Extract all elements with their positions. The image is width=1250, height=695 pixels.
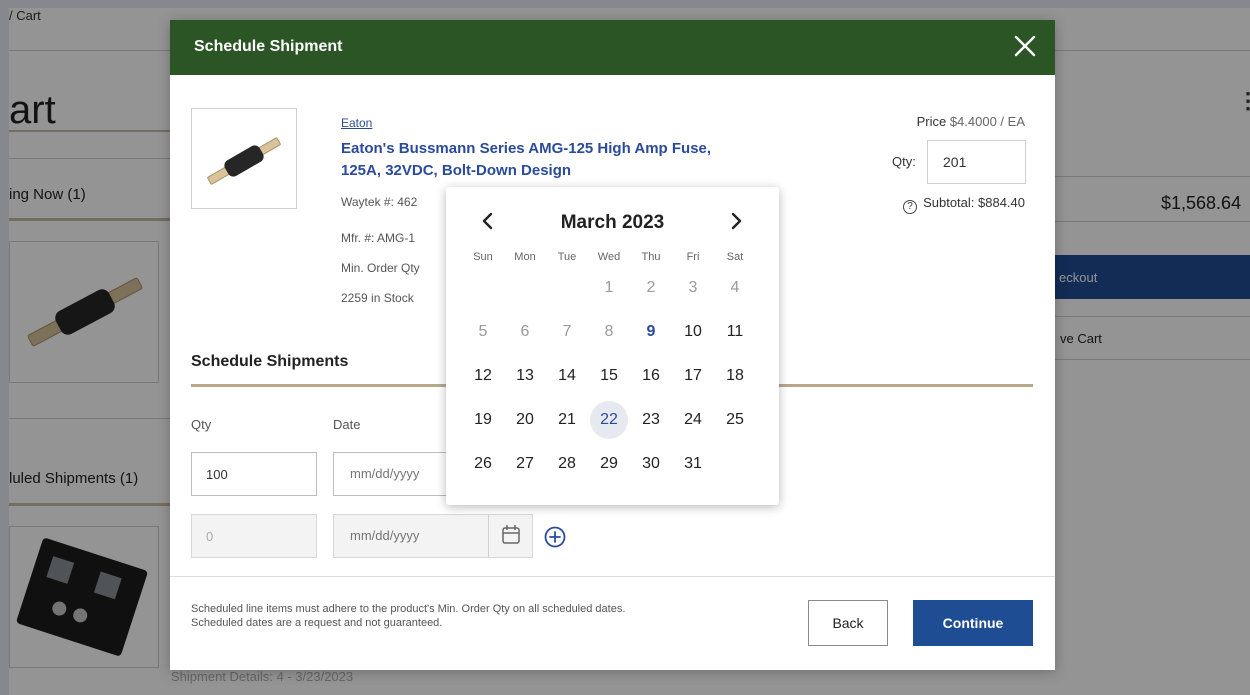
weekday-label: Mon (514, 251, 536, 263)
subtotal-text: Subtotal: $884.40 (923, 195, 1025, 210)
calendar-day[interactable]: 1 (590, 269, 628, 307)
calendar-day[interactable]: 21 (548, 401, 586, 439)
calendar-day[interactable]: 10 (674, 313, 712, 351)
weekday-label: Wed (597, 251, 621, 263)
calendar-day[interactable]: 31 (674, 445, 712, 483)
mfr-number: Mfr. #: AMG-1 (341, 231, 416, 245)
modal-title: Schedule Shipment (194, 38, 343, 55)
calendar-day[interactable]: 20 (506, 401, 544, 439)
weekday-label: Fri (686, 251, 700, 263)
qty-column-label: Qty (191, 417, 212, 432)
schedule-qty-input[interactable] (191, 514, 317, 558)
calendar-day[interactable]: 4 (716, 269, 754, 307)
product-name[interactable]: Eaton's Bussmann Series AMG-125 High Amp… (341, 138, 731, 182)
footer-note-line: Scheduled line items must adhere to the … (191, 603, 626, 615)
calendar-day[interactable]: 24 (674, 401, 712, 439)
stock-status: 2259 in Stock (341, 291, 414, 305)
calendar-day[interactable]: 28 (548, 445, 586, 483)
divider (170, 576, 1055, 577)
continue-button[interactable]: Continue (913, 600, 1033, 646)
calendar-day[interactable]: 19 (464, 401, 502, 439)
help-icon[interactable]: ? (903, 200, 918, 214)
back-button[interactable]: Back (808, 600, 888, 646)
chevron-right-icon[interactable] (724, 209, 748, 233)
calendar-day[interactable]: 17 (674, 357, 712, 395)
calendar-day[interactable]: 12 (464, 357, 502, 395)
shipment-details: Shipment Details: 4 - 3/23/2023 (171, 669, 354, 684)
calendar-day[interactable]: 22 (590, 401, 628, 439)
footer-note-line: Scheduled dates are a request and not gu… (191, 617, 443, 629)
calendar-day[interactable]: 23 (632, 401, 670, 439)
calendar-icon[interactable] (488, 515, 532, 557)
footer-note: Scheduled line items must adhere to the … (191, 602, 771, 630)
calendar-day[interactable]: 27 (506, 445, 544, 483)
calendar-day[interactable]: 30 (632, 445, 670, 483)
brand-link[interactable]: Eaton (341, 116, 372, 130)
weekday-label: Tue (557, 251, 577, 263)
date-column-label: Date (333, 417, 361, 432)
date-picker: March 2023 Sun Mon Tue Wed Thu Fri Sat 1 2 3 4 5 6 7 8… (446, 187, 779, 505)
schedule-date-input[interactable] (334, 515, 484, 555)
price-label: Price (916, 114, 947, 129)
calendar-day[interactable]: 13 (506, 357, 544, 395)
calendar-day[interactable]: 11 (716, 313, 754, 351)
weekday-label: Thu (641, 251, 661, 263)
weekday-label: Sun (473, 251, 493, 263)
close-icon[interactable] (1011, 32, 1039, 60)
schedule-shipments-heading: Schedule Shipments (191, 353, 349, 370)
calendar-day[interactable]: 3 (674, 269, 712, 307)
add-circle-icon[interactable] (543, 525, 567, 549)
subtotal: ? Subtotal: $884.40 (903, 195, 1025, 214)
product-image (191, 108, 297, 209)
calendar-day[interactable]: 18 (716, 357, 754, 395)
calendar-day[interactable]: 6 (506, 313, 544, 351)
calendar-day[interactable]: 7 (548, 313, 586, 351)
unit-price: Price $4.4000 / EA (917, 114, 1025, 129)
calendar-day[interactable]: 15 (590, 357, 628, 395)
calendar-day[interactable]: 5 (464, 313, 502, 351)
qty-label: Qty: (892, 154, 916, 169)
modal-header: Schedule Shipment (170, 20, 1055, 75)
calendar-day[interactable]: 8 (590, 313, 628, 351)
price-value: $4.4000 / EA (949, 114, 1025, 129)
calendar-day[interactable]: 26 (464, 445, 502, 483)
calendar-day[interactable]: 16 (632, 357, 670, 395)
calendar-day[interactable]: 29 (590, 445, 628, 483)
weekday-label: Sat (726, 251, 744, 263)
waytek-number: Waytek #: 462 (341, 195, 418, 209)
min-order-qty: Min. Order Qty (341, 261, 420, 275)
calendar-day[interactable]: 14 (548, 357, 586, 395)
calendar-day[interactable]: 25 (716, 401, 754, 439)
qty-input[interactable] (927, 140, 1026, 184)
schedule-date-field[interactable] (333, 514, 533, 558)
calendar-day[interactable]: 2 (632, 269, 670, 307)
schedule-qty-input[interactable] (191, 452, 317, 496)
calendar-day[interactable]: 9 (632, 313, 670, 351)
